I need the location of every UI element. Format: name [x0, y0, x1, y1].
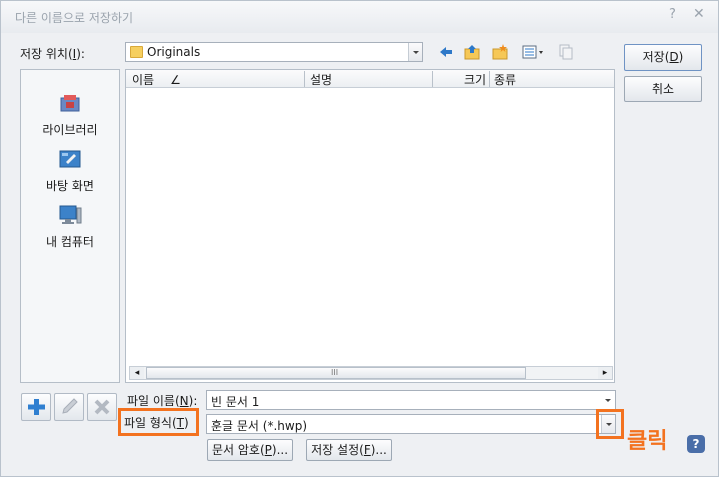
save-location-select[interactable]: Originals [125, 42, 423, 62]
up-folder-icon[interactable] [463, 43, 481, 61]
scroll-left-icon[interactable]: ◂ [130, 367, 144, 379]
chevron-down-icon[interactable] [408, 43, 422, 61]
help-icon[interactable]: ? [669, 7, 676, 22]
filename-input[interactable]: 빈 문서 1 [206, 390, 616, 410]
new-folder-icon[interactable] [491, 43, 509, 61]
sort-icon: ∠ [170, 73, 181, 87]
filetype-label-highlight [118, 408, 199, 436]
pencil-icon [62, 398, 78, 414]
place-computer[interactable]: 내 컴퓨터 [21, 204, 119, 250]
column-size[interactable]: 크기 [464, 71, 486, 88]
save-location-label: 저장 위치(I): [20, 47, 85, 61]
place-label: 라이브러리 [42, 123, 98, 137]
column-name[interactable]: 이름 ∠ [132, 71, 181, 88]
back-icon[interactable] [437, 43, 455, 61]
place-label: 바탕 화면 [46, 179, 94, 193]
chevron-down-icon[interactable] [601, 391, 615, 409]
save-button[interactable]: 저장(D) [624, 44, 702, 71]
place-desktop[interactable]: 바탕 화면 [21, 148, 119, 194]
desktop-icon [59, 150, 81, 168]
view-menu-icon[interactable] [521, 43, 547, 61]
dropdown-highlight [596, 409, 624, 439]
dialog-title: 다른 이름으로 저장하기 [15, 11, 134, 25]
places-bar: 라이브러리 바탕 화면 내 컴퓨터 [20, 69, 120, 383]
copy-icon[interactable] [557, 43, 575, 61]
place-label: 내 컴퓨터 [46, 235, 94, 249]
filetype-select[interactable]: 훈글 문서 (*.hwp) [206, 414, 616, 434]
column-divider[interactable] [489, 71, 490, 87]
grip-icon: III [331, 368, 339, 377]
scroll-right-icon[interactable]: ▸ [598, 367, 612, 379]
horizontal-scrollbar[interactable]: ◂ III ▸ [129, 366, 613, 380]
edit-place-button[interactable] [54, 393, 84, 421]
file-list[interactable]: 이름 ∠ 설명 크기 종류 ◂ III ▸ [125, 69, 615, 383]
filetype-value: 훈글 문서 (*.hwp) [211, 419, 308, 433]
click-annotation: 클릭 [627, 429, 668, 454]
save-settings-button[interactable]: 저장 설정(F)... [306, 439, 392, 461]
scroll-thumb[interactable]: III [146, 367, 526, 379]
filename-label: 파일 이름(N): [127, 394, 198, 408]
place-library[interactable]: 라이브러리 [21, 92, 119, 138]
close-icon[interactable]: ✕ [693, 6, 705, 22]
delete-place-button[interactable] [87, 393, 117, 421]
save-as-dialog: 다른 이름으로 저장하기 ? ✕ 저장 위치(I): Originals 저장(… [0, 0, 719, 477]
add-place-button[interactable] [21, 393, 51, 421]
help-icon[interactable]: ? [687, 435, 705, 453]
plus-icon [28, 399, 45, 415]
column-divider[interactable] [432, 71, 433, 87]
title-bar: 다른 이름으로 저장하기 ? ✕ [1, 1, 718, 33]
delete-icon [94, 399, 110, 415]
cancel-button[interactable]: 취소 [624, 76, 702, 102]
column-type[interactable]: 종류 [494, 71, 516, 88]
document-password-button[interactable]: 문서 암호(P)... [207, 439, 293, 461]
library-icon [60, 95, 80, 112]
folder-icon [130, 46, 143, 58]
column-description[interactable]: 설명 [310, 71, 332, 88]
column-divider[interactable] [304, 71, 305, 87]
column-header-row: 이름 ∠ 설명 크기 종류 [126, 70, 614, 88]
filename-value: 빈 문서 1 [211, 395, 260, 409]
computer-icon [59, 205, 82, 224]
save-location-value: Originals [147, 45, 201, 59]
